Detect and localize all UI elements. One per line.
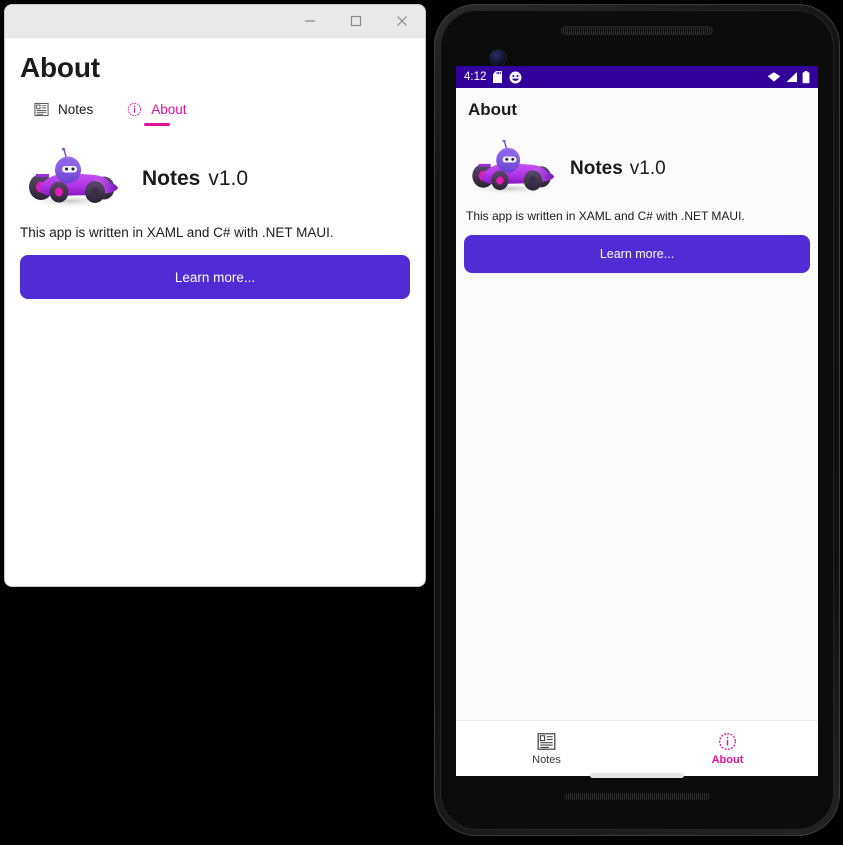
front-camera <box>489 49 507 67</box>
home-indicator[interactable] <box>590 773 684 778</box>
screenshot-stage: About Notes About Notes v1.0 This app is… <box>0 0 843 845</box>
sd-card-icon <box>493 70 503 83</box>
about-header-row: Notes v1.0 <box>20 148 410 210</box>
phone-content: Notes v1.0 This app is written in XAML a… <box>456 140 818 273</box>
android-status-bar: 4:12 <box>456 66 818 88</box>
phone-learn-more-button[interactable]: Learn more... <box>464 235 810 273</box>
tab-about-indicator <box>143 123 170 126</box>
window-close-button[interactable] <box>379 5 425 37</box>
ear-speaker-grille <box>561 26 713 35</box>
app-name: Notes <box>142 167 201 190</box>
cell-signal-icon <box>786 72 797 82</box>
desktop-app-window: About Notes About Notes v1.0 This app is… <box>4 4 426 587</box>
info-circle-icon <box>128 102 142 117</box>
phone-about-description: This app is written in XAML and C# with … <box>466 209 745 223</box>
phone-tab-about[interactable]: About <box>637 732 818 766</box>
window-maximize-button[interactable] <box>333 5 379 37</box>
dotnet-bot-racecar-logo <box>464 140 556 197</box>
wifi-icon <box>767 72 781 82</box>
dotnet-bot-racecar-logo <box>20 148 120 210</box>
close-icon <box>397 16 407 26</box>
window-titlebar[interactable] <box>5 5 425 38</box>
page-title: About <box>20 52 100 83</box>
maximize-icon <box>350 15 362 27</box>
phone-page-title: About <box>468 100 518 119</box>
about-description: This app is written in XAML and C# with … <box>20 225 334 240</box>
app-version: v1.0 <box>208 167 249 190</box>
tab-notes[interactable]: Notes <box>34 102 93 126</box>
phone-tab-about-label: About <box>711 753 744 766</box>
info-circle-icon <box>719 732 736 750</box>
phone-screen: 4:12 About Notes v1.0 This app is writte… <box>456 66 818 776</box>
notes-list-icon <box>537 732 556 750</box>
status-bar-time: 4:12 <box>464 71 487 83</box>
phone-about-header-row: Notes v1.0 <box>464 140 810 197</box>
tab-notes-indicator <box>51 123 77 126</box>
phone-app-bar: About <box>456 88 818 132</box>
smiley-face-icon <box>509 71 522 83</box>
phone-bottom-tabbar: Notes About <box>456 720 818 776</box>
window-minimize-button[interactable] <box>287 5 333 37</box>
learn-more-button[interactable]: Learn more... <box>20 255 410 299</box>
minimize-icon <box>305 20 315 22</box>
tab-about-label: About <box>151 102 187 117</box>
android-phone-frame: 4:12 About Notes v1.0 This app is writte… <box>434 4 840 836</box>
phone-app-name: Notes <box>570 157 623 179</box>
tab-about[interactable]: About <box>127 102 187 126</box>
phone-tab-notes-label: Notes <box>532 753 561 766</box>
tab-notes-label: Notes <box>58 102 94 117</box>
phone-app-version: v1.0 <box>629 157 666 179</box>
desktop-tabbar: Notes About <box>34 102 410 126</box>
bottom-speaker-grille <box>564 793 710 800</box>
notes-list-icon <box>34 102 49 117</box>
phone-tab-notes[interactable]: Notes <box>456 732 637 766</box>
battery-icon <box>802 70 810 83</box>
window-body: About Notes About Notes v1.0 This app is… <box>5 38 425 586</box>
